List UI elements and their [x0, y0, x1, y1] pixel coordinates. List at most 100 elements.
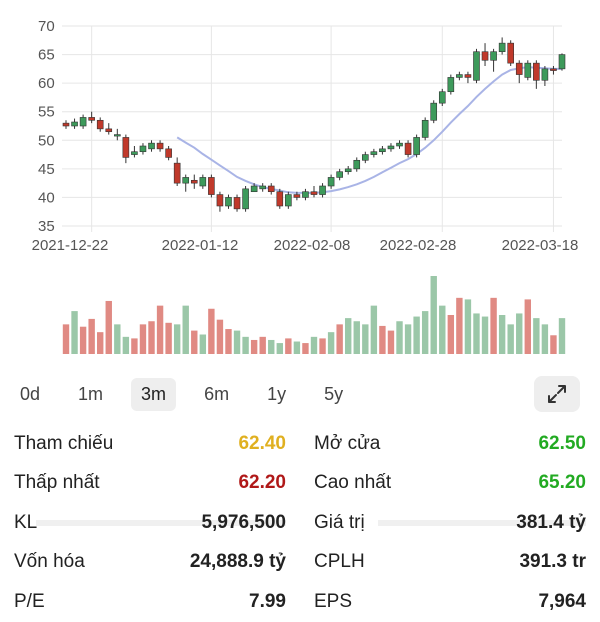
candle-body — [165, 148, 172, 158]
expand-icon — [548, 385, 566, 403]
stat-label: KL — [14, 511, 38, 533]
volume-bar — [114, 324, 121, 354]
candle-body — [473, 51, 480, 81]
y-tick-label: 45 — [38, 161, 55, 178]
y-tick-label: 70 — [38, 18, 55, 35]
expand-button[interactable] — [534, 376, 580, 412]
volume-bar — [242, 336, 249, 354]
candle-body — [293, 194, 301, 198]
candle-body — [481, 51, 489, 61]
volume-bar — [191, 330, 198, 354]
stat-high: Cao nhất 65.20 — [300, 472, 600, 494]
volume-bar — [447, 315, 455, 354]
candle-body — [498, 42, 506, 53]
volume-bar — [413, 316, 420, 354]
volume-bar — [131, 338, 138, 354]
candle-body — [182, 177, 190, 184]
candle-body — [139, 145, 147, 153]
volume-bar — [490, 297, 497, 354]
y-tick-label: 55 — [38, 104, 55, 121]
y-tick-label: 50 — [38, 132, 55, 149]
stat-label: Thấp nhất — [14, 472, 100, 494]
volume-bar — [524, 299, 531, 354]
volume-bar — [88, 318, 95, 354]
volume-bar — [105, 300, 112, 354]
tab-1m[interactable]: 1m — [68, 378, 113, 411]
tab-1y[interactable]: 1y — [257, 378, 296, 411]
volume-bar — [156, 305, 164, 354]
stat-value: 65.20 — [538, 472, 586, 494]
tab-5y[interactable]: 5y — [314, 378, 353, 411]
volume-bar — [79, 326, 87, 354]
tab-3m[interactable]: 3m — [131, 377, 177, 411]
volume-bar — [173, 324, 181, 354]
volume-bar — [233, 330, 241, 354]
stat-value: 62.20 — [238, 472, 286, 494]
volume-bar — [302, 343, 309, 354]
price-chart[interactable]: 35 40 45 50 55 60 65 70 2021-12-22 2022-01-12 2022… — [0, 0, 600, 265]
stats-row: KL 5,976,500 Giá trị 381.4 tỷ — [0, 503, 600, 543]
volume-bar — [370, 305, 378, 354]
stats-row: Vốn hóa 24,888.9 tỷ CPLH 391.3 tr — [0, 543, 600, 583]
candle-body — [216, 194, 224, 207]
volume-bar — [62, 324, 70, 354]
candle-body — [233, 197, 241, 210]
candle-body — [310, 191, 318, 195]
candle-body — [327, 177, 335, 187]
candle-body — [276, 191, 284, 207]
stat-eps: EPS 7,964 — [300, 591, 600, 613]
stat-label: Mở cửa — [314, 432, 381, 454]
y-tick-label: 40 — [38, 189, 55, 206]
candle-body — [336, 171, 343, 178]
candle-body — [96, 119, 104, 130]
volume-bar — [404, 324, 412, 354]
volume-bar — [456, 297, 463, 354]
volume-bar — [276, 343, 283, 354]
candle-body — [456, 74, 463, 78]
candle-body — [344, 168, 352, 173]
volume-bar — [464, 299, 472, 354]
candle-body — [541, 68, 549, 81]
stats-row: Tham chiếu 62.40 Mở cửa 62.50 — [0, 424, 600, 464]
candle-body — [173, 162, 181, 184]
volume-bar — [387, 330, 395, 354]
tab-6m[interactable]: 6m — [194, 378, 239, 411]
volume-bar — [139, 324, 147, 354]
volume-bar — [516, 313, 523, 354]
tab-0d[interactable]: 0d — [10, 378, 50, 411]
candle-body — [285, 194, 292, 207]
volume-bar — [216, 319, 224, 354]
volume-bar — [541, 324, 549, 354]
volume-bar — [182, 305, 189, 354]
x-tick-label: 2021-12-22 — [32, 237, 109, 254]
volume-bar — [550, 335, 557, 354]
candle-body — [413, 137, 420, 155]
candle-body — [507, 42, 514, 64]
volume-bar — [379, 325, 386, 354]
candle-body — [225, 197, 232, 207]
candle-body — [524, 62, 532, 78]
stats-row: Thấp nhất 62.20 Cao nhất 65.20 — [0, 464, 600, 504]
volume-bar — [148, 321, 155, 354]
candle-body — [267, 185, 275, 193]
stat-low: Thấp nhất 62.20 — [0, 472, 300, 494]
candle-body — [490, 51, 497, 61]
volume-bar — [97, 332, 104, 354]
candle-body — [105, 128, 113, 133]
stat-label: CPLH — [314, 551, 365, 573]
y-tick-label: 60 — [38, 75, 55, 92]
volume-bar — [558, 318, 566, 354]
volume-bar — [165, 322, 172, 354]
period-tabs: 0d 1m 3m 6m 1y 5y — [10, 372, 590, 416]
candle-body — [438, 91, 446, 104]
candle-body — [396, 142, 403, 147]
volume-bar — [285, 338, 292, 354]
x-tick-label: 2022-01-12 — [162, 237, 239, 254]
candle-body — [71, 121, 78, 127]
candle-body — [464, 74, 472, 78]
candle-body — [353, 159, 361, 170]
stat-value: 391.3 tr — [519, 551, 586, 573]
stat-value: 62.40 — [238, 432, 286, 454]
candle-body — [362, 154, 369, 161]
candle-body — [533, 62, 540, 81]
